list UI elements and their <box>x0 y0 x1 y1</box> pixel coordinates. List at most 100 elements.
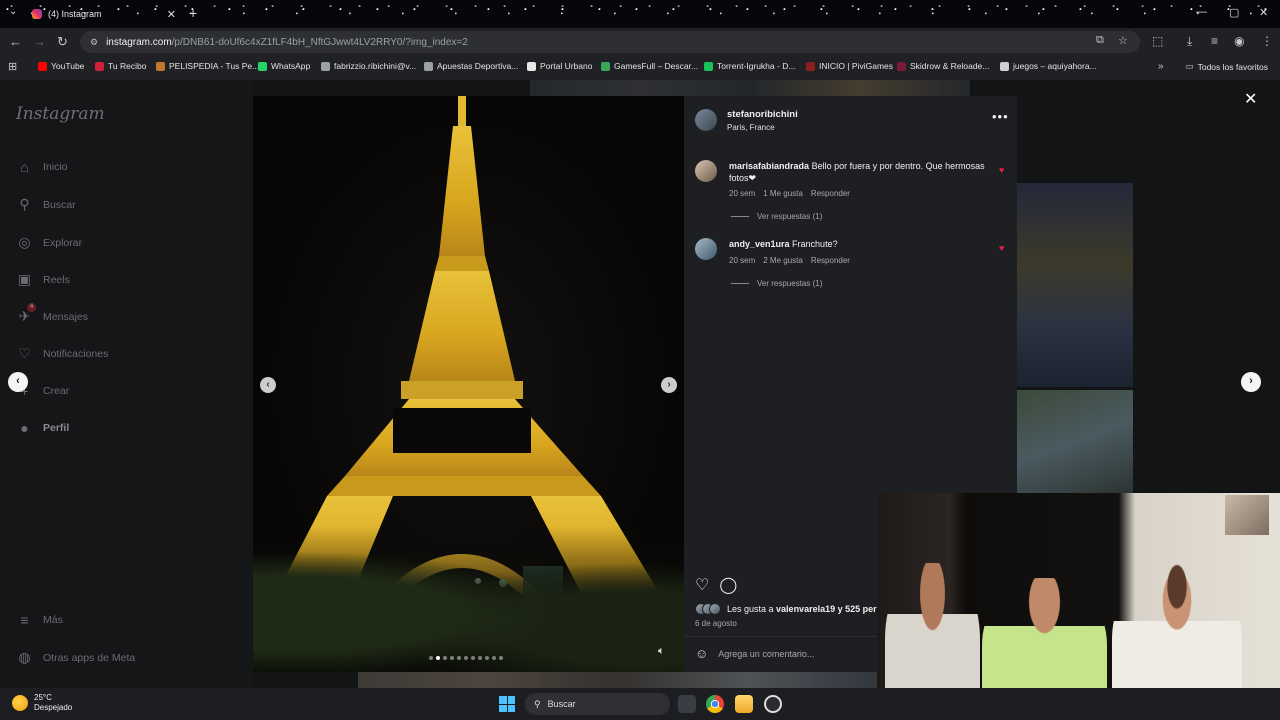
back-icon[interactable]: ← <box>9 34 22 49</box>
bookmark-item[interactable]: WhatsApp <box>258 61 310 71</box>
post-date: 6 de agosto <box>695 619 737 628</box>
sidebar-item-label: Notificaciones <box>43 347 109 360</box>
taskbar-search[interactable]: ⚲ Buscar <box>525 693 670 715</box>
carousel-dot <box>492 656 496 660</box>
reload-icon[interactable]: ↻ <box>57 34 68 50</box>
post-location[interactable]: Paris, France <box>727 123 775 132</box>
sidebar-item-perfil[interactable]: ● Perfil <box>16 420 69 436</box>
comment-meta: 20 sem 1 Me gusta Responder <box>729 189 850 198</box>
bookmark-item[interactable]: juegos – aquiyahora... <box>1000 61 1097 71</box>
wall-photo <box>1225 495 1269 535</box>
bookmark-item[interactable]: Skidrow & Reloade... <box>897 61 989 71</box>
comment-input[interactable]: Agrega un comentario... <box>718 649 814 659</box>
app-taskbar-icon[interactable] <box>764 695 782 713</box>
reading-list-icon[interactable]: ≡ <box>1211 34 1218 48</box>
sidebar-item-explorar[interactable]: ◎ Explorar <box>16 234 82 251</box>
sidebar-item-inicio[interactable]: ⌂ Inicio <box>16 159 67 175</box>
home-icon: ⌂ <box>20 159 29 175</box>
likes-user[interactable]: valenvarela19 <box>776 604 835 614</box>
install-app-icon[interactable]: ⧉ <box>1096 34 1104 47</box>
carousel-next-button[interactable]: › <box>661 377 677 393</box>
heart-filled-icon[interactable]: ♥ <box>999 165 1004 175</box>
bookmark-item[interactable]: fabrizzio.ribichini@v... <box>321 61 416 71</box>
all-bookmarks-folder[interactable]: ▭ Todos los favoritos <box>1186 61 1268 72</box>
file-explorer-icon[interactable] <box>735 695 753 713</box>
heart-filled-icon[interactable]: ♥ <box>999 243 1004 253</box>
instagram-logo[interactable]: Instagram <box>16 104 105 124</box>
tab-list-icon[interactable]: ⌄ <box>9 6 17 17</box>
bookmark-item[interactable]: Torrent-Igrukha - D... <box>704 61 795 71</box>
view-replies-link[interactable]: Ver respuestas (1) <box>731 279 822 288</box>
address-bar[interactable]: ⚙ instagram.com/p/DNB61-doUf6c4xZ1fLF4bH… <box>80 31 1140 53</box>
bookmark-item[interactable]: Apuestas Deportiva... <box>424 61 518 71</box>
minimize-icon[interactable]: — <box>1196 6 1207 18</box>
task-view-icon[interactable] <box>678 695 696 713</box>
close-icon[interactable]: ✕ <box>1244 89 1257 109</box>
avatar[interactable] <box>695 238 717 260</box>
bookmark-item[interactable]: Tu Recibo <box>95 61 146 71</box>
sidebar-item-buscar[interactable]: ⚲ Buscar <box>16 196 75 213</box>
window-close-icon[interactable]: ✕ <box>1259 6 1268 19</box>
comment-username[interactable]: marisafabiandrada <box>729 161 809 171</box>
like-heart-icon[interactable]: ♡ <box>695 575 709 595</box>
bookmark-label: juegos – aquiyahora... <box>1013 61 1097 71</box>
bookmark-item[interactable]: GamesFull – Descar... <box>601 61 698 71</box>
sidebar-item-meta-apps[interactable]: ◍ Otras apps de Meta <box>16 649 135 666</box>
tab-title: (4) Instagram <box>48 9 102 19</box>
sidebar-item-reels[interactable]: ▣ Reels <box>16 271 70 288</box>
weather-icon <box>12 695 28 711</box>
bookmark-favicon-icon <box>38 61 47 71</box>
carousel-dot <box>499 656 503 660</box>
site-info-icon[interactable]: ⚙ <box>90 37 98 48</box>
volume-icon[interactable]: 🔈︎ <box>658 645 665 658</box>
comment-likes[interactable]: 2 Me gusta <box>763 256 803 265</box>
comment-body: Franchute? <box>792 239 838 249</box>
post-author-username[interactable]: stefanoribichini <box>727 109 798 120</box>
bookmark-favicon-icon <box>321 61 330 71</box>
bookmark-star-icon[interactable]: ☆ <box>1118 34 1128 47</box>
comment-username[interactable]: andy_ven1ura <box>729 239 790 249</box>
maximize-icon[interactable]: ▢ <box>1229 6 1239 19</box>
chrome-menu-icon[interactable]: ⋮ <box>1261 34 1273 48</box>
browser-tab-instagram[interactable]: (4) Instagram ✕ <box>24 2 184 26</box>
downloads-icon[interactable]: ⤓ <box>1187 34 1192 49</box>
prev-post-button[interactable]: ‹ <box>8 372 28 392</box>
weather-text: 25°C Despejado <box>34 693 72 713</box>
more-bookmarks-icon[interactable]: » <box>1158 61 1164 72</box>
apps-grid-icon[interactable]: ⊞ <box>8 60 17 73</box>
weather-widget[interactable]: 25°C Despejado <box>12 693 72 713</box>
new-tab-icon[interactable]: + <box>189 5 197 21</box>
comment-likes[interactable]: 1 Me gusta <box>763 189 803 198</box>
bookmark-item[interactable]: YouTube <box>38 61 84 71</box>
carousel-prev-button[interactable]: ‹ <box>260 377 276 393</box>
sidebar-item-notificaciones[interactable]: ♡ Notificaciones <box>16 345 108 362</box>
start-button[interactable] <box>499 696 515 712</box>
bookmark-item[interactable]: Portal Urbano <box>527 61 592 71</box>
reply-link[interactable]: Responder <box>811 189 850 198</box>
comment-bubble-icon[interactable]: ◯ <box>719 575 737 595</box>
chrome-taskbar-icon[interactable] <box>706 695 724 713</box>
carousel-dot <box>436 656 440 660</box>
weather-condition: Despejado <box>34 703 73 712</box>
bookmark-item[interactable]: INICIO | PiviGames <box>806 61 893 71</box>
avatar[interactable] <box>695 160 717 182</box>
likes-summary[interactable]: Les gusta a valenvarela19 y 525 per <box>695 603 877 615</box>
post-photo[interactable]: ‹ › 🔈︎ <box>253 96 684 672</box>
avatar[interactable] <box>695 109 717 131</box>
carousel-dot <box>464 656 468 660</box>
reply-link[interactable]: Responder <box>811 256 850 265</box>
extensions-icon[interactable]: ⬚ <box>1152 34 1163 48</box>
sidebar-item-more[interactable]: ≡ Más <box>16 612 62 628</box>
more-options-icon[interactable]: ••• <box>992 109 1009 124</box>
bookmark-item[interactable]: PELISPEDIA - Tus Pe... <box>156 61 259 71</box>
next-post-button[interactable]: › <box>1241 372 1261 392</box>
view-replies-link[interactable]: Ver respuestas (1) <box>731 212 822 221</box>
background-post-thumbnail <box>1017 390 1133 493</box>
liker-avatars <box>695 603 721 615</box>
tab-close-icon[interactable]: ✕ <box>167 8 176 21</box>
likes-count[interactable]: y 525 per <box>835 604 877 614</box>
profile-avatar-icon[interactable]: ◉ <box>1234 34 1244 48</box>
sidebar-item-mensajes[interactable]: ✈ Mensajes 4 <box>16 303 88 325</box>
forward-icon[interactable]: → <box>33 34 46 49</box>
emoji-icon[interactable]: ☺ <box>695 646 708 661</box>
